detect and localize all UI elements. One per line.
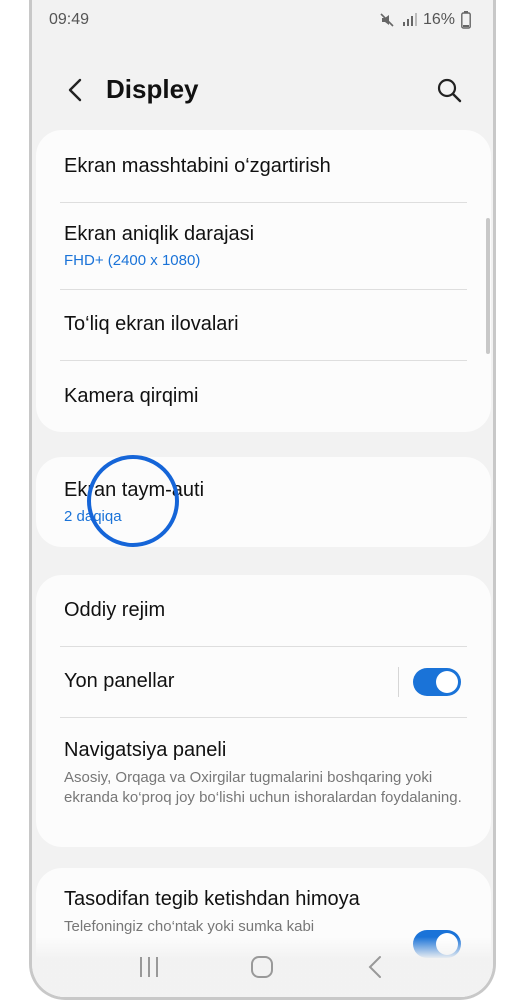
setting-full-screen-apps[interactable]: To‘liq ekran ilovalari: [36, 289, 491, 360]
toggle-wrap: [398, 666, 461, 697]
settings-card-modes: Oddiy rejim Yon panellar Navigatsiya pan…: [36, 575, 491, 847]
setting-title: Tasodifan tegib ketishdan himoya: [64, 888, 360, 910]
setting-description: Telefoningiz cho‘ntak yoki sumka kabi: [64, 918, 315, 935]
setting-title: Ekran aniqlik darajasi: [64, 222, 255, 245]
setting-title: Navigatsiya paneli: [64, 739, 227, 761]
setting-edge-panels[interactable]: Yon panellar: [36, 646, 491, 717]
settings-card-screen: Ekran masshtabini o‘zgartirish Ekran ani…: [36, 130, 491, 432]
app-header: Displey: [32, 62, 493, 118]
setting-title: Oddiy rejim: [64, 599, 166, 621]
status-icons: 16%: [379, 11, 471, 29]
signal-icon: [402, 13, 417, 26]
setting-easy-mode[interactable]: Oddiy rejim: [36, 575, 491, 646]
setting-title: Kamera qirqimi: [64, 384, 199, 407]
setting-navigation-bar[interactable]: Navigatsiya paneli Asosiy, Orqaga va Oxi…: [36, 717, 491, 847]
battery-percent: 16%: [422, 11, 455, 28]
setting-screen-resolution[interactable]: Ekran aniqlik darajasi FHD+ (2400 x 1080…: [36, 202, 491, 289]
search-icon[interactable]: [435, 76, 463, 104]
battery-icon: [461, 11, 471, 29]
setting-value: FHD+ (2400 x 1080): [64, 251, 201, 269]
system-nav-bar: [32, 937, 493, 997]
recents-icon[interactable]: [135, 953, 163, 981]
edge-panels-toggle[interactable]: [413, 667, 461, 696]
scrollbar[interactable]: [486, 218, 490, 354]
setting-description: Asosiy, Orqaga va Oxirgilar tugmalarini …: [64, 769, 462, 806]
setting-camera-cutout[interactable]: Kamera qirqimi: [36, 360, 491, 432]
divider: [398, 666, 399, 697]
page-title: Displey: [106, 74, 199, 104]
phone-screen: 09:49 16% Displey Ekran masshtabini o‘zg…: [29, 0, 496, 1000]
back-icon[interactable]: [362, 953, 390, 981]
home-icon[interactable]: [248, 953, 276, 981]
tap-highlight-circle: [87, 455, 179, 547]
setting-title: To‘liq ekran ilovalari: [64, 313, 239, 335]
mute-icon: [380, 13, 394, 27]
status-bar: 09:49 16%: [32, 0, 493, 40]
setting-screen-zoom[interactable]: Ekran masshtabini o‘zgartirish: [36, 130, 491, 202]
back-arrow-icon[interactable]: [62, 76, 90, 104]
setting-title: Ekran masshtabini o‘zgartirish: [64, 154, 331, 177]
status-time: 09:49: [49, 11, 90, 28]
